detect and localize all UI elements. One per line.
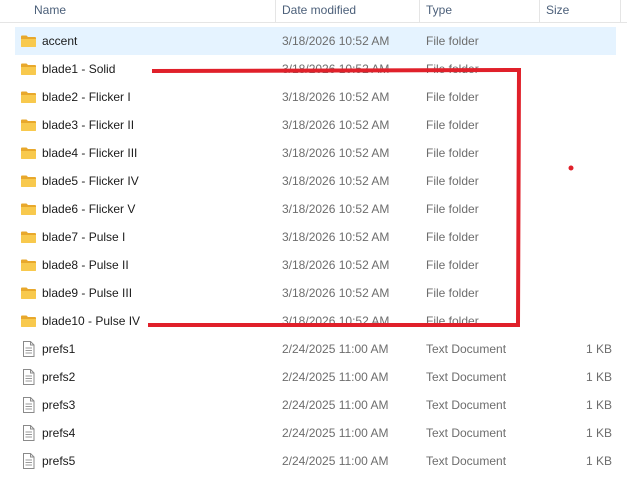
file-type: Text Document: [426, 342, 507, 356]
file-type: File folder: [426, 146, 479, 160]
file-row[interactable]: blade7 - Pulse I 3/18/2026 10:52 AM File f…: [0, 223, 627, 251]
file-type: Text Document: [426, 454, 507, 468]
file-type: Text Document: [426, 426, 507, 440]
file-size: 1 KB: [585, 398, 612, 412]
file-type: Text Document: [426, 370, 507, 384]
file-name: prefs5: [42, 454, 76, 468]
file-name: blade6 - Flicker V: [42, 202, 136, 216]
column-divider[interactable]: [620, 0, 621, 22]
file-row[interactable]: prefs3 2/24/2025 11:00 AM Text Document 1 K…: [0, 391, 627, 419]
folder-icon: [20, 201, 37, 217]
file-date-modified: 3/18/2026 10:52 AM: [282, 314, 390, 328]
file-name: prefs2: [42, 370, 76, 384]
file-date-modified: 3/18/2026 10:52 AM: [282, 286, 390, 300]
file-date-modified: 3/18/2026 10:52 AM: [282, 230, 390, 244]
folder-icon: [20, 229, 37, 245]
text-document-icon: [20, 369, 37, 385]
file-name: blade3 - Flicker II: [42, 118, 135, 132]
column-header-date-modified[interactable]: Date modified: [276, 0, 419, 22]
file-name: blade1 - Solid: [42, 62, 116, 76]
file-row[interactable]: prefs2 2/24/2025 11:00 AM Text Document 1 K…: [0, 363, 627, 391]
file-type: File folder: [426, 62, 479, 76]
file-name: blade4 - Flicker III: [42, 146, 138, 160]
file-name: prefs4: [42, 426, 76, 440]
text-document-icon: [20, 397, 37, 413]
file-date-modified: 2/24/2025 11:00 AM: [282, 398, 389, 412]
folder-icon: [20, 285, 37, 301]
file-name: prefs3: [42, 398, 76, 412]
file-size: 1 KB: [585, 342, 612, 356]
file-date-modified: 2/24/2025 11:00 AM: [282, 426, 389, 440]
file-date-modified: 3/18/2026 10:52 AM: [282, 62, 390, 76]
file-date-modified: 2/24/2025 11:00 AM: [282, 370, 389, 384]
file-row[interactable]: blade5 - Flicker IV 3/18/2026 10:52 AM Fil…: [0, 167, 627, 195]
file-name: blade5 - Flicker IV: [42, 174, 139, 188]
file-type: File folder: [426, 230, 479, 244]
file-date-modified: 3/18/2026 10:52 AM: [282, 174, 390, 188]
file-type: File folder: [426, 34, 479, 48]
file-row[interactable]: accent 3/18/2026 10:52 AM File folder: [15, 27, 616, 55]
file-date-modified: 3/18/2026 10:52 AM: [282, 118, 390, 132]
file-row[interactable]: blade9 - Pulse III 3/18/2026 10:52 AM File…: [0, 279, 627, 307]
file-type: File folder: [426, 202, 479, 216]
file-name: blade7 - Pulse I: [42, 230, 126, 244]
file-row[interactable]: prefs5 2/24/2025 11:00 AM Text Document 1 K…: [0, 447, 627, 475]
file-type: File folder: [426, 90, 479, 104]
file-name: prefs1: [42, 342, 76, 356]
file-date-modified: 3/18/2026 10:52 AM: [282, 146, 390, 160]
file-type: Text Document: [426, 398, 507, 412]
file-name: blade9 - Pulse III: [42, 286, 133, 300]
file-type: File folder: [426, 286, 479, 300]
text-document-icon: [20, 453, 37, 469]
file-type: File folder: [426, 314, 479, 328]
file-list: accent 3/18/2026 10:52 AM File folder blade…: [0, 27, 627, 475]
folder-icon: [20, 145, 37, 161]
file-name: blade8 - Pulse II: [42, 258, 129, 272]
file-date-modified: 2/24/2025 11:00 AM: [282, 342, 389, 356]
file-type: File folder: [426, 174, 479, 188]
folder-icon: [20, 257, 37, 273]
column-header-name[interactable]: Name: [28, 0, 274, 22]
folder-icon: [20, 33, 37, 49]
file-date-modified: 3/18/2026 10:52 AM: [282, 258, 390, 272]
folder-icon: [20, 117, 37, 133]
column-header-type[interactable]: Type: [420, 0, 539, 22]
folder-icon: [20, 313, 37, 329]
column-header-size[interactable]: Size: [540, 0, 620, 22]
file-date-modified: 3/18/2026 10:52 AM: [282, 34, 390, 48]
folder-icon: [20, 173, 37, 189]
file-date-modified: 3/18/2026 10:52 AM: [282, 202, 390, 216]
file-row[interactable]: blade8 - Pulse II 3/18/2026 10:52 AM File …: [0, 251, 627, 279]
folder-icon: [20, 61, 37, 77]
file-date-modified: 3/18/2026 10:52 AM: [282, 90, 390, 104]
file-size: 1 KB: [585, 426, 612, 440]
file-name: blade2 - Flicker I: [42, 90, 131, 104]
folder-icon: [20, 89, 37, 105]
file-row[interactable]: blade2 - Flicker I 3/18/2026 10:52 AM File…: [0, 83, 627, 111]
file-row[interactable]: blade3 - Flicker II 3/18/2026 10:52 AM Fil…: [0, 111, 627, 139]
file-row[interactable]: blade4 - Flicker III 3/18/2026 10:52 AM Fi…: [0, 139, 627, 167]
text-document-icon: [20, 341, 37, 357]
file-name: accent: [42, 34, 78, 48]
file-type: File folder: [426, 118, 479, 132]
file-row[interactable]: blade1 - Solid 3/18/2026 10:52 AM File fol…: [0, 55, 627, 83]
text-document-icon: [20, 425, 37, 441]
column-header-bar: Name Date modified Type Size: [0, 0, 627, 23]
file-name: blade10 - Pulse IV: [42, 314, 141, 328]
file-size: 1 KB: [585, 454, 612, 468]
file-size: 1 KB: [585, 370, 612, 384]
file-row[interactable]: prefs4 2/24/2025 11:00 AM Text Document 1 K…: [0, 419, 627, 447]
file-row[interactable]: blade10 - Pulse IV 3/18/2026 10:52 AM File…: [0, 307, 627, 335]
file-date-modified: 2/24/2025 11:00 AM: [282, 454, 389, 468]
file-row[interactable]: blade6 - Flicker V 3/18/2026 10:52 AM File…: [0, 195, 627, 223]
file-row[interactable]: prefs1 2/24/2025 11:00 AM Text Document 1 K…: [0, 335, 627, 363]
file-type: File folder: [426, 258, 479, 272]
